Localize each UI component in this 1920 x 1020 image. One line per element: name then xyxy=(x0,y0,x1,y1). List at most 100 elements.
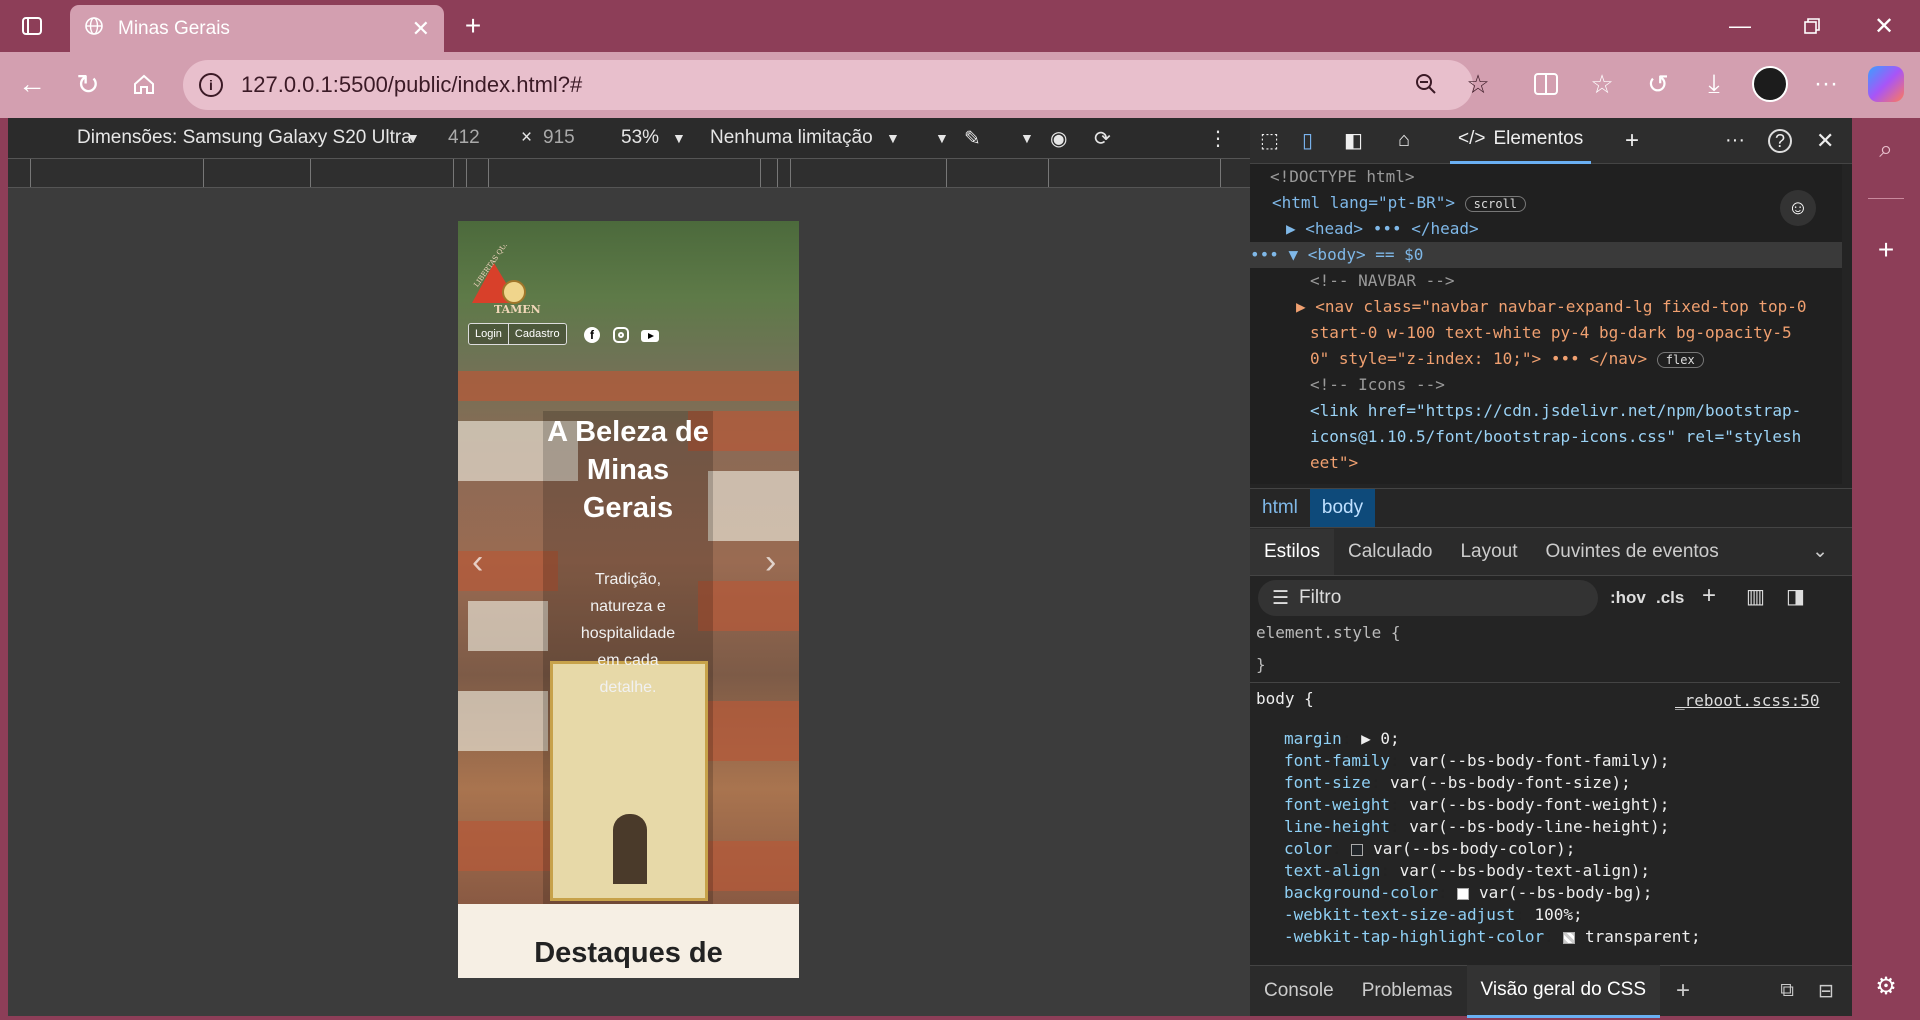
tab-actions-icon[interactable] xyxy=(14,8,50,44)
hov-toggle[interactable]: :hov xyxy=(1610,588,1646,608)
tab-console[interactable]: Console xyxy=(1250,980,1348,1002)
dom-line[interactable]: <!-- NAVBAR --> xyxy=(1310,268,1455,294)
dom-line[interactable]: <html lang="pt-BR"> scroll xyxy=(1272,190,1527,217)
downloads-icon[interactable]: ⤓ xyxy=(1696,66,1732,102)
new-tab-icon[interactable]: + xyxy=(455,8,491,44)
cls-toggle[interactable]: .cls xyxy=(1656,588,1684,608)
dom-line[interactable]: <!-- Icons --> xyxy=(1310,372,1445,398)
signup-button[interactable]: Cadastro xyxy=(509,324,566,344)
logo[interactable]: LIBERTAS QUAE SERA TAMEN xyxy=(472,221,542,316)
tab-problems[interactable]: Problemas xyxy=(1348,980,1467,1002)
instagram-icon[interactable] xyxy=(613,327,629,343)
css-declaration[interactable]: text-align: var(--bs-body-text-align); xyxy=(1284,860,1650,882)
dom-line[interactable]: ▶ <head> ••• </head> xyxy=(1286,216,1479,242)
tab-elements[interactable]: </> Elementos xyxy=(1450,118,1592,164)
css-declaration[interactable]: font-family: var(--bs-body-font-family); xyxy=(1284,750,1669,772)
add-drawer-tool-icon[interactable]: + xyxy=(1676,977,1690,1005)
css-declaration[interactable]: line-height: var(--bs-body-line-height); xyxy=(1284,816,1669,838)
css-value[interactable]: var(--bs-body-text-align); xyxy=(1400,861,1650,880)
history-icon[interactable]: ↺ xyxy=(1640,66,1676,102)
tab-event-listeners[interactable]: Ouvintes de eventos xyxy=(1532,541,1733,563)
zoom-dropdown[interactable]: 53% xyxy=(621,127,659,149)
vision-icon[interactable]: ◉ xyxy=(1050,126,1067,151)
chevron-down-icon[interactable]: ▼ xyxy=(1020,130,1034,146)
element-style-rule[interactable]: element.style { xyxy=(1256,622,1401,644)
chevron-down-icon[interactable]: ⌄ xyxy=(1812,540,1828,563)
dom-line[interactable]: ▶ <nav class="navbar navbar-expand-lg fi… xyxy=(1296,294,1807,320)
css-value[interactable]: var(--bs-body-bg); xyxy=(1479,883,1652,902)
css-declaration[interactable]: -webkit-text-size-adjust: 100%; xyxy=(1284,904,1583,926)
css-value[interactable]: var(--bs-body-color); xyxy=(1373,839,1575,858)
add-tool-icon[interactable]: + xyxy=(1625,127,1639,155)
dom-line[interactable]: <!DOCTYPE html> xyxy=(1270,164,1415,190)
mobile-viewport[interactable]: LIBERTAS QUAE SERA TAMEN Login Cadastro … xyxy=(458,221,799,978)
refresh-icon[interactable]: ↻ xyxy=(68,64,108,104)
tab-layout[interactable]: Layout xyxy=(1446,541,1531,563)
search-icon[interactable]: ⌕ xyxy=(1868,132,1904,168)
back-icon[interactable]: ← xyxy=(12,64,52,104)
media-query-ruler[interactable] xyxy=(8,158,1250,188)
carousel-prev-icon[interactable]: ‹ xyxy=(472,543,483,582)
chevron-down-icon[interactable]: ▼ xyxy=(672,130,686,146)
css-value[interactable]: var(--bs-body-font-family); xyxy=(1409,751,1669,770)
youtube-icon[interactable] xyxy=(641,330,659,342)
css-declaration[interactable]: margin: ▶ 0; xyxy=(1284,728,1400,750)
add-sidebar-app-icon[interactable]: + xyxy=(1868,232,1904,268)
source-link[interactable]: _reboot.scss:50 xyxy=(1675,690,1820,712)
info-icon[interactable]: i xyxy=(199,73,223,97)
paint-icon[interactable]: ▥ xyxy=(1746,584,1765,609)
chevron-down-icon[interactable]: ▼ xyxy=(886,130,900,146)
body-selector[interactable]: body { xyxy=(1256,688,1314,710)
eyedropper-icon[interactable]: ✎ xyxy=(964,126,981,151)
help-icon[interactable]: ? xyxy=(1768,128,1792,153)
split-screen-icon[interactable] xyxy=(1528,66,1564,102)
accessibility-icon[interactable]: ☺ xyxy=(1780,190,1816,226)
css-value[interactable]: var(--bs-body-font-weight); xyxy=(1409,795,1669,814)
more-options-icon[interactable]: ··· xyxy=(1808,66,1844,102)
breadcrumb-html[interactable]: html xyxy=(1250,497,1310,519)
dom-line[interactable]: <link href="https://cdn.jsdelivr.net/npm… xyxy=(1310,398,1801,424)
login-button[interactable]: Login xyxy=(469,324,509,344)
scroll-badge[interactable]: scroll xyxy=(1464,196,1527,212)
width-input[interactable]: 412 xyxy=(448,127,480,149)
zoom-out-icon[interactable] xyxy=(1408,66,1444,102)
css-value[interactable]: transparent; xyxy=(1585,927,1701,946)
more-tools-icon[interactable]: ··· xyxy=(1725,129,1745,152)
css-value[interactable]: ▶ 0; xyxy=(1361,729,1400,748)
welcome-home-icon[interactable]: ⌂ xyxy=(1398,129,1410,152)
favorite-star-icon[interactable]: ☆ xyxy=(1460,66,1496,102)
undock-drawer-icon[interactable]: ⧉ xyxy=(1780,980,1794,1002)
favorites-icon[interactable]: ☆ xyxy=(1584,66,1620,102)
address-bar[interactable]: i 127.0.0.1:5500/public/index.html?# xyxy=(183,60,1473,110)
css-declaration[interactable]: color: var(--bs-body-color); xyxy=(1284,838,1575,860)
minimize-icon[interactable]: — xyxy=(1722,8,1758,44)
flex-badge[interactable]: flex xyxy=(1656,352,1704,368)
styles-filter-input[interactable]: ☰ Filtro xyxy=(1258,580,1598,616)
settings-gear-icon[interactable]: ⚙ xyxy=(1868,968,1904,1004)
color-swatch[interactable] xyxy=(1457,887,1470,900)
css-value[interactable]: var(--bs-body-font-size); xyxy=(1390,773,1631,792)
close-window-icon[interactable]: ✕ xyxy=(1866,8,1902,44)
tab-minas-gerais[interactable]: Minas Gerais ✕ xyxy=(70,5,444,52)
inspect-icon[interactable]: ⬚ xyxy=(1260,128,1279,153)
restore-icon[interactable] xyxy=(1794,8,1830,44)
close-devtools-icon[interactable]: ✕ xyxy=(1816,128,1834,154)
tab-styles[interactable]: Estilos xyxy=(1250,528,1334,575)
breadcrumb-body[interactable]: body xyxy=(1309,489,1376,527)
tab-css-overview[interactable]: Visão geral do CSS xyxy=(1466,964,1661,1018)
css-declaration[interactable]: -webkit-tap-highlight-color: transparent… xyxy=(1284,926,1701,948)
css-declaration[interactable]: font-weight: var(--bs-body-font-weight); xyxy=(1284,794,1669,816)
rotate-icon[interactable]: ⟳ xyxy=(1094,126,1111,151)
chevron-down-icon[interactable]: ▼ xyxy=(935,130,949,146)
css-declaration[interactable]: font-size: var(--bs-body-font-size); xyxy=(1284,772,1631,794)
color-swatch[interactable] xyxy=(1351,843,1364,856)
tab-computed[interactable]: Calculado xyxy=(1334,541,1447,563)
height-input[interactable]: 915 xyxy=(543,127,575,149)
chevron-down-icon[interactable]: ▼ xyxy=(406,130,420,146)
collapse-drawer-icon[interactable]: ⊟ xyxy=(1818,980,1834,1003)
dom-line-selected[interactable]: ••• ▼ <body> == $0 xyxy=(1250,242,1842,268)
css-declaration[interactable]: background-color: var(--bs-body-bg); xyxy=(1284,882,1652,904)
throttling-dropdown[interactable]: Nenhuma limitação xyxy=(710,127,873,149)
toggle-sidebar-icon[interactable]: ◨ xyxy=(1786,584,1805,609)
new-rule-icon[interactable]: + xyxy=(1702,582,1716,610)
